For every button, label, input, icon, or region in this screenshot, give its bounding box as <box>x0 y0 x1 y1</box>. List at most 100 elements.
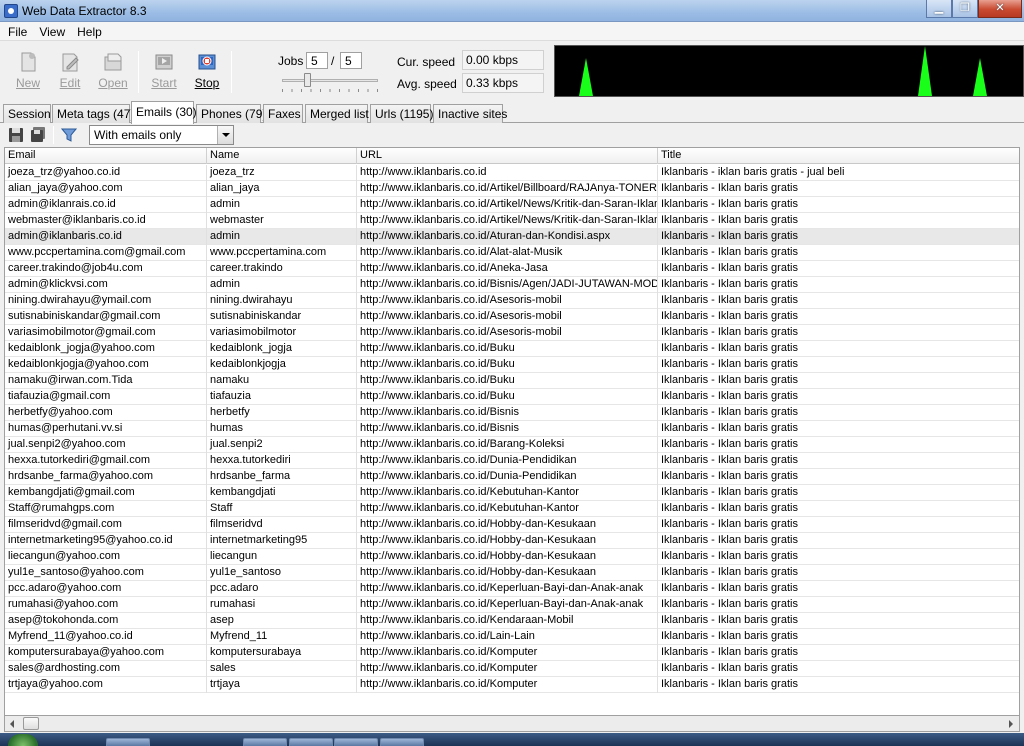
jobs-slider-track[interactable] <box>282 79 378 82</box>
taskbar-item[interactable] <box>243 738 287 746</box>
name-cell: kembangdjati <box>207 485 357 501</box>
email-cell: pcc.adaro@yahoo.com <box>5 581 207 597</box>
filter-icon[interactable] <box>61 127 77 143</box>
tab-emails[interactable]: Emails (30) <box>131 101 197 124</box>
scroll-left-icon[interactable] <box>5 716 21 731</box>
table-row[interactable]: joeza_trz@yahoo.co.id joeza_trz http://www… <box>5 165 1019 181</box>
table-row[interactable]: kembangdjati@gmail.com kembangdjati http:/… <box>5 485 1019 501</box>
start-button[interactable] <box>8 734 38 746</box>
email-cell: webmaster@iklanbaris.co.id <box>5 213 207 229</box>
email-filter-value: With emails only <box>94 128 182 142</box>
minimize-button[interactable]: ▁ <box>926 0 952 18</box>
table-row[interactable]: kedaiblonkjogja@yahoo.com kedaiblonkjogja… <box>5 357 1019 373</box>
chevron-down-icon[interactable] <box>217 126 233 144</box>
scrollbar-thumb[interactable] <box>23 717 39 730</box>
table-row[interactable]: asep@tokohonda.com asep http://www.iklanba… <box>5 613 1019 629</box>
tab-session[interactable]: Session <box>3 104 51 123</box>
save-all-icon[interactable] <box>30 127 46 143</box>
menu-file[interactable]: File <box>2 22 33 40</box>
table-row[interactable]: internetmarketing95@yahoo.co.id internetm… <box>5 533 1019 549</box>
horizontal-scrollbar[interactable] <box>4 716 1020 732</box>
table-row[interactable]: sutisnabiniskandar@gmail.com sutisnabinis… <box>5 309 1019 325</box>
email-filter-select[interactable]: With emails only <box>89 125 234 145</box>
table-row[interactable]: namaku@irwan.com.Tida namaku http://www.ik… <box>5 373 1019 389</box>
url-cell: http://www.iklanbaris.co.id/Lain-Lain <box>357 629 658 645</box>
table-row[interactable]: kedaiblonk_jogja@yahoo.com kedaiblonk_jog… <box>5 341 1019 357</box>
title-cell: Iklanbaris - Iklan baris gratis <box>658 325 1019 341</box>
tab-inactive-sites[interactable]: Inactive sites <box>433 104 507 123</box>
table-row[interactable]: komputersurabaya@yahoo.com komputersuraba… <box>5 645 1019 661</box>
table-row[interactable]: filmseridvd@gmail.com filmseridvd http://w… <box>5 517 1019 533</box>
table-row[interactable]: variasimobilmotor@gmail.com variasimobilm… <box>5 325 1019 341</box>
tab-phones[interactable]: Phones (79) <box>196 104 266 123</box>
start-button-label: Start <box>151 76 177 90</box>
table-row[interactable]: pcc.adaro@yahoo.com pcc.adaro http://www.i… <box>5 581 1019 597</box>
table-row[interactable]: jual.senpi2@yahoo.com jual.senpi2 http://w… <box>5 437 1019 453</box>
table-row[interactable]: Myfrend_11@yahoo.co.id Myfrend_11 http://w… <box>5 629 1019 645</box>
close-button[interactable]: ✕ <box>978 0 1022 18</box>
taskbar-item[interactable] <box>106 738 150 746</box>
main-toolbar: New Edit Open Start Stop Jobs 5 / 5 Cur.… <box>0 41 1024 99</box>
url-cell: http://www.iklanbaris.co.id/Dunia-Pendid… <box>357 469 658 485</box>
speed-graph-spike <box>918 46 932 96</box>
table-row[interactable]: tiafauzia@gmail.com tiafauzia http://www.i… <box>5 389 1019 405</box>
menu-view[interactable]: View <box>33 22 71 40</box>
table-row[interactable]: rumahasi@yahoo.com rumahasi http://www.ikl… <box>5 597 1019 613</box>
start-button[interactable]: Start <box>146 51 182 90</box>
column-header-url[interactable]: URL <box>357 148 658 164</box>
name-cell: rumahasi <box>207 597 357 613</box>
email-cell: jual.senpi2@yahoo.com <box>5 437 207 453</box>
table-row[interactable]: herbetfy@yahoo.com herbetfy http://www.ikl… <box>5 405 1019 421</box>
name-cell: Staff <box>207 501 357 517</box>
tab-faxes[interactable]: Faxes <box>263 104 303 123</box>
table-row[interactable]: webmaster@iklanbaris.co.id webmaster http:… <box>5 213 1019 229</box>
name-cell: webmaster <box>207 213 357 229</box>
table-row[interactable]: sales@ardhosting.com sales http://www.ikla… <box>5 661 1019 677</box>
table-row[interactable]: www.pccpertamina.com@gmail.com www.pccper… <box>5 245 1019 261</box>
table-row[interactable]: admin@klickvsi.com admin http://www.iklanb… <box>5 277 1019 293</box>
taskbar-item[interactable] <box>380 738 424 746</box>
edit-button[interactable]: Edit <box>52 51 88 90</box>
url-cell: http://www.iklanbaris.co.id/Barang-Kolek… <box>357 437 658 453</box>
menu-help[interactable]: Help <box>71 22 108 40</box>
table-row[interactable]: admin@iklanbaris.co.id admin http://www.ik… <box>5 229 1019 245</box>
table-row[interactable]: trtjaya@yahoo.com trtjaya http://www.iklan… <box>5 677 1019 693</box>
jobs-current-field[interactable]: 5 <box>306 52 328 69</box>
table-row[interactable]: hrdsanbe_farma@yahoo.com hrdsanbe_farma ht… <box>5 469 1019 485</box>
table-row[interactable]: alian_jaya@yahoo.com alian_jaya http://www… <box>5 181 1019 197</box>
table-row[interactable]: yul1e_santoso@yahoo.com yul1e_santoso http… <box>5 565 1019 581</box>
column-header-title[interactable]: Title <box>658 148 1019 164</box>
table-row[interactable]: humas@perhutani.vv.si humas http://www.ikl… <box>5 421 1019 437</box>
taskbar-item[interactable] <box>289 738 333 746</box>
tab-meta-tags[interactable]: Meta tags (47) <box>52 104 134 123</box>
window-title: Web Data Extractor 8.3 <box>22 4 147 18</box>
scroll-right-icon[interactable] <box>1003 716 1019 731</box>
name-cell: www.pccpertamina.com <box>207 245 357 261</box>
title-cell: Iklanbaris - Iklan baris gratis <box>658 613 1019 629</box>
open-button[interactable]: Open <box>95 51 131 90</box>
maximize-button[interactable]: ❐ <box>952 0 978 18</box>
url-cell: http://www.iklanbaris.co.id/Keperluan-Ba… <box>357 597 658 613</box>
column-header-email[interactable]: Email <box>5 148 207 164</box>
new-button[interactable]: New <box>10 51 46 90</box>
table-row[interactable]: admin@iklanrais.co.id admin http://www.ikl… <box>5 197 1019 213</box>
email-cell: liecangun@yahoo.com <box>5 549 207 565</box>
tab-merged-list[interactable]: Merged list <box>305 104 369 123</box>
jobs-slider-thumb[interactable] <box>304 73 311 87</box>
table-row[interactable]: liecangun@yahoo.com liecangun http://www.i… <box>5 549 1019 565</box>
name-cell: sutisnabiniskandar <box>207 309 357 325</box>
url-cell: http://www.iklanbaris.co.id/Aneka-Jasa <box>357 261 658 277</box>
table-row[interactable]: nining.dwirahayu@ymail.com nining.dwiraha… <box>5 293 1019 309</box>
window-controls: ▁ ❐ ✕ <box>926 0 1022 19</box>
taskbar-item[interactable] <box>334 738 378 746</box>
table-row[interactable]: hexxa.tutorkediri@gmail.com hexxa.tutorke… <box>5 453 1019 469</box>
jobs-max-field[interactable]: 5 <box>340 52 362 69</box>
table-row[interactable]: career.trakindo@job4u.com career.trakindo… <box>5 261 1019 277</box>
stop-button[interactable]: Stop <box>189 51 225 90</box>
save-icon[interactable] <box>8 127 24 143</box>
title-cell: Iklanbaris - Iklan baris gratis <box>658 357 1019 373</box>
column-header-name[interactable]: Name <box>207 148 357 164</box>
tab-urls[interactable]: Urls (1195) <box>370 104 433 123</box>
table-row[interactable]: Staff@rumahgps.com Staff http://www.iklanb… <box>5 501 1019 517</box>
name-cell: variasimobilmotor <box>207 325 357 341</box>
